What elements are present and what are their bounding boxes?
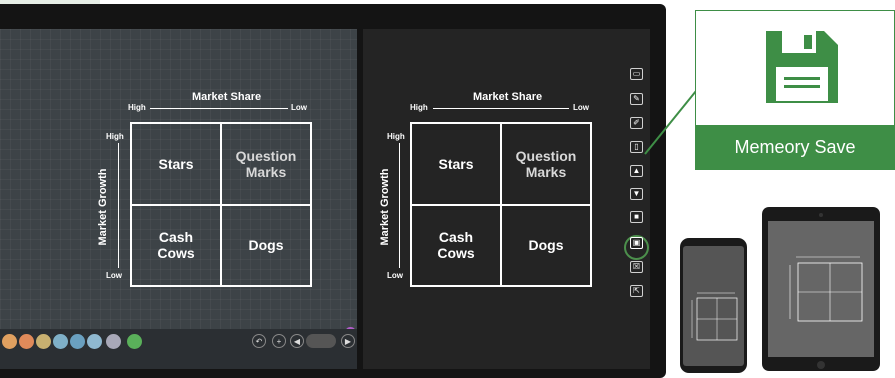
tablet-camera [819,213,823,217]
stars-cell: Stars [411,123,501,205]
export-icon[interactable]: ☒ [630,261,643,273]
eraser-icon[interactable]: ✐ [630,117,643,129]
cash-cows-cell: Cash Cows [131,204,221,286]
bcg-matrix-left: Market Share High Low High Low Market Gr… [0,29,357,329]
tool-icon-4[interactable] [53,334,68,349]
screen-icon[interactable]: ▭ [630,68,643,80]
phone-screen [683,246,744,366]
tablet-home-button [817,361,825,369]
matrix-grid: Stars Question Marks Cash Cows Dogs [410,122,592,287]
tool-icon-5[interactable] [70,334,85,349]
phone-matrix-thumbnail [691,292,738,341]
share-low-label: Low [573,103,589,112]
memory-save-callout: Memeory Save [695,10,895,170]
growth-high-label: High [387,132,405,141]
bottom-toolbar [0,329,357,369]
page-icon[interactable]: ▯ [630,141,643,153]
market-share-title: Market Share [473,91,543,103]
lock-icon[interactable]: ■ [630,211,643,223]
cash-cows-cell: Cash Cows [411,204,501,286]
pen-icon[interactable]: ✎ [630,93,643,105]
share-arrow [150,108,288,109]
tool-icon-2[interactable] [19,334,34,349]
tablet-matrix-thumbnail [789,256,863,322]
exit-icon[interactable]: ⇱ [630,285,643,297]
tool-icon-6[interactable] [87,334,102,349]
stars-cell: Stars [131,123,221,205]
download-icon[interactable]: ▼ [630,188,643,200]
tablet-device [762,207,880,371]
tablet-screen [768,221,874,357]
tool-icon-8[interactable] [127,334,142,349]
growth-low-label: Low [106,271,122,280]
interactive-display: Market Share High Low High Low Market Gr… [0,4,666,378]
growth-low-label: Low [387,271,403,280]
smartphone-device [680,238,747,373]
bcg-matrix-right: Market Share High Low High Low Market Gr… [363,29,650,369]
market-share-title: Market Share [192,91,262,103]
question-marks-cell: Question Marks [501,123,591,205]
save-icon[interactable]: ▣ [630,237,643,249]
matrix-grid: Stars Question Marks Cash Cows Dogs [130,122,312,287]
presentation-view: Market Share High Low High Low Market Gr… [363,29,650,369]
next-page-icon[interactable]: ▶ [341,334,355,348]
share-low-label: Low [291,103,307,112]
dogs-cell: Dogs [221,204,311,286]
dogs-cell: Dogs [501,204,591,286]
market-growth-title: Market Growth [379,168,391,246]
growth-arrow [118,143,119,268]
floppy-disk-icon [766,31,838,103]
product-showcase: Market Share High Low High Low Market Gr… [0,0,895,378]
growth-arrow [399,143,400,268]
prev-page-icon[interactable]: ◀ [290,334,304,348]
share-high-label: High [128,103,146,112]
whiteboard-canvas[interactable]: Market Share High Low High Low Market Gr… [0,29,357,338]
memory-save-label: Memeory Save [696,125,894,169]
tool-icon-3[interactable] [36,334,51,349]
share-high-label: High [410,103,428,112]
upload-icon[interactable]: ▲ [630,165,643,177]
page-indicator [306,334,336,348]
question-marks-cell: Question Marks [221,123,311,205]
undo-icon[interactable]: ↶ [252,334,266,348]
add-page-icon[interactable]: + [272,334,286,348]
tool-icon-1[interactable] [2,334,17,349]
share-arrow [433,108,569,109]
tool-icon-7[interactable] [106,334,121,349]
market-growth-title: Market Growth [97,168,109,246]
growth-high-label: High [106,132,124,141]
